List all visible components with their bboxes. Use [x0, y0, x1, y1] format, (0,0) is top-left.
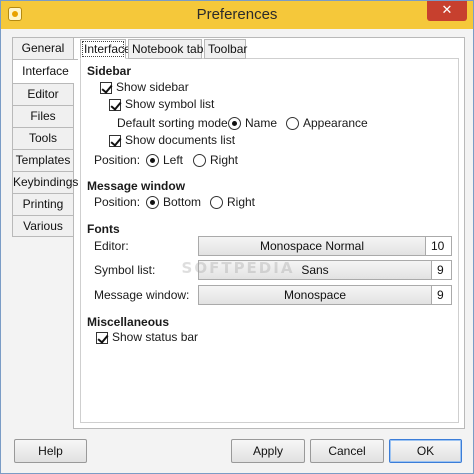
message-bottom-radio[interactable]: [146, 196, 159, 209]
side-tab-interface[interactable]: Interface: [12, 59, 78, 83]
window-title: Preferences: [196, 6, 278, 23]
help-button[interactable]: Help: [14, 439, 87, 463]
show-symbol-list-checkbox[interactable]: [109, 99, 121, 111]
sort-appearance-label: Appearance: [303, 116, 368, 130]
sidebar-right-radio[interactable]: [193, 154, 206, 167]
show-documents-list-label: Show documents list: [125, 133, 236, 147]
title-bar[interactable]: Preferences ✕: [1, 1, 473, 29]
show-documents-list-checkbox[interactable]: [109, 135, 121, 147]
sidebar-left-label: Left: [163, 153, 184, 167]
fonts-heading: Fonts: [87, 222, 120, 236]
sidebar-left-radio[interactable]: [146, 154, 159, 167]
sidebar-position-label: Position:: [94, 153, 141, 167]
tab-notebook-tabs[interactable]: Notebook tabs: [128, 39, 209, 59]
side-tab-files[interactable]: Files: [12, 105, 74, 127]
sidebar-right-label: Right: [210, 153, 239, 167]
message-font-size[interactable]: 9: [432, 285, 452, 305]
editor-font-size[interactable]: 10: [426, 236, 452, 256]
softpedia-watermark: SOFTPEDIA: [181, 259, 295, 277]
tab-toolbar[interactable]: Toolbar: [204, 39, 247, 59]
tab-interface[interactable]: Interface: [80, 39, 131, 59]
message-right-label: Right: [227, 195, 256, 209]
message-position-label: Position:: [94, 195, 141, 209]
side-tab-templates[interactable]: Templates: [12, 149, 74, 171]
apply-button-label: Apply: [252, 444, 284, 458]
side-tab-tools[interactable]: Tools: [12, 127, 74, 149]
show-status-bar-label: Show status bar: [112, 330, 199, 344]
sorting-mode-label: Default sorting mode:: [117, 116, 232, 130]
miscellaneous-heading: Miscellaneous: [87, 315, 170, 329]
sort-name-label: Name: [245, 116, 278, 130]
side-tab-various[interactable]: Various: [12, 215, 74, 237]
message-font-label: Message window:: [94, 288, 190, 302]
side-tab-list: General Interface Editor Files Tools Tem…: [12, 37, 78, 237]
sort-name-radio[interactable]: [228, 117, 241, 130]
message-right-radio[interactable]: [210, 196, 223, 209]
cancel-button-label: Cancel: [328, 444, 366, 458]
help-button-label: Help: [38, 444, 63, 458]
message-bottom-label: Bottom: [163, 195, 202, 209]
show-sidebar-checkbox[interactable]: [100, 82, 112, 94]
ok-button[interactable]: OK: [389, 439, 462, 463]
show-sidebar-label: Show sidebar: [116, 80, 189, 94]
message-window-heading: Message window: [87, 179, 186, 193]
side-tab-editor[interactable]: Editor: [12, 83, 74, 105]
side-tab-printing[interactable]: Printing: [12, 193, 74, 215]
cancel-button[interactable]: Cancel: [310, 439, 384, 463]
close-button[interactable]: ✕: [427, 1, 467, 21]
show-status-bar-checkbox[interactable]: [96, 332, 108, 344]
message-font-button[interactable]: Monospace: [198, 285, 432, 305]
sidebar-heading: Sidebar: [87, 64, 132, 78]
ok-button-label: OK: [416, 444, 435, 458]
apply-button[interactable]: Apply: [231, 439, 305, 463]
side-tab-keybindings[interactable]: Keybindings: [12, 171, 78, 193]
sort-appearance-radio[interactable]: [286, 117, 299, 130]
show-symbol-list-label: Show symbol list: [125, 97, 215, 111]
editor-font-button[interactable]: Monospace Normal: [198, 236, 426, 256]
preferences-window: Preferences ✕ General Interface Editor F…: [0, 0, 474, 474]
side-tab-general[interactable]: General: [12, 37, 74, 59]
editor-font-label: Editor:: [94, 239, 129, 253]
